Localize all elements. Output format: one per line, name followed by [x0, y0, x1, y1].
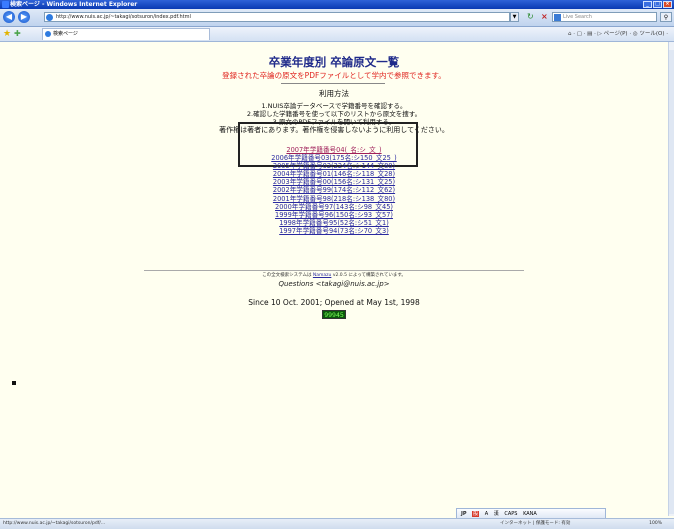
usage-step-1: 1.NUIS卒論データベースで学籍番号を確認する。 [261, 102, 407, 110]
tab-toolbar: ★ ✚ 検索ページ ⌂ · ▢ · ▤ · ▷ ページ(P) · ◎ ツール(O… [0, 27, 674, 42]
usage-step-2: 2.確認した学籍番号を使って以下のリストから原文を捜す。 [246, 110, 422, 118]
back-button[interactable]: ◀ [3, 11, 15, 23]
credits-suffix: v2.0.5 によって構築されています。 [332, 273, 406, 278]
window-titlebar: 検索ページ - Windows Internet Explorer _ □ × [0, 0, 674, 9]
year-link-2000[interactable]: 2000年学籍番号97(143名:シ98_文45) [244, 203, 424, 211]
year-link-1997[interactable]: 1997年学籍番号94(73名:シ70_文3) [244, 227, 424, 235]
search-button[interactable]: ⚲ [660, 12, 672, 22]
small-square-icon [12, 381, 16, 385]
ime-jp[interactable]: JP [461, 511, 467, 517]
divider [281, 83, 385, 84]
scrollbar-thumb[interactable] [669, 50, 674, 514]
ime-caps: CAPS [504, 511, 518, 517]
window-controls: _ □ × [643, 1, 672, 8]
namazu-link[interactable]: Namazu [313, 273, 331, 278]
year-link-2001[interactable]: 2001年学籍番号98(218名:シ138_文80) [244, 195, 424, 203]
ie-window-icon [2, 1, 9, 8]
search-placeholder: Live Search [563, 14, 592, 20]
year-link-list: 2007年学籍番号04(_名:シ_文_) 2006年学籍番号03(175名:シ1… [244, 146, 424, 235]
year-link-2006[interactable]: 2006年学籍番号03(175名:シ150_文25_) [244, 154, 424, 162]
questions-contact[interactable]: Questions <takagi@nuis.ac.jp> [144, 280, 524, 288]
address-toolbar: ◀ ▶ http://www.nuis.ac.jp/~takagi/sotsur… [0, 9, 674, 27]
page-title: 卒業年度別 卒論原文一覧 [268, 55, 400, 69]
address-field[interactable]: http://www.nuis.ac.jp/~takagi/sotsuron/i… [44, 12, 510, 22]
live-search-icon [554, 14, 561, 21]
forward-button[interactable]: ▶ [18, 11, 30, 23]
status-bar: http://www.nuis.ac.jp/~takagi/sotsuron/p… [0, 518, 674, 529]
access-counter: 99945 [322, 310, 346, 319]
usage-heading: 利用方法 [319, 89, 349, 98]
ime-mode-icon[interactable]: 般 [472, 511, 480, 517]
year-link-1998[interactable]: 1998年学籍番号95(52名:シ51_文1) [244, 219, 424, 227]
favorites-star-icon[interactable]: ★ [3, 29, 11, 39]
address-dropdown-button[interactable]: ▼ [510, 12, 519, 22]
year-link-2002[interactable]: 2002年学籍番号99(174名:シ112_文62) [244, 186, 424, 194]
close-window-button[interactable]: × [663, 1, 672, 8]
search-input[interactable]: Live Search [552, 12, 657, 22]
vertical-scrollbar[interactable] [668, 42, 674, 516]
maximize-button[interactable]: □ [653, 1, 662, 8]
since-text: Since 10 Oct. 2001; Opened at May 1st, 1… [248, 298, 420, 307]
page-subtitle: 登録された卒論の原文をPDFファイルとして学内で参照できます。 [222, 71, 446, 80]
ime-a[interactable]: A [485, 511, 488, 517]
add-favorites-icon[interactable]: ✚ [14, 29, 21, 39]
credits-line: この全文検索システムは Namazu v2.0.5 によって構築されています。 [144, 272, 524, 278]
window-title: 検索ページ - Windows Internet Explorer [10, 1, 138, 8]
tab-site-icon [45, 31, 51, 37]
address-text: http://www.nuis.ac.jp/~takagi/sotsuron/i… [56, 14, 191, 20]
stop-icon[interactable]: × [541, 12, 550, 21]
ime-kana: KANA [523, 511, 537, 517]
year-link-1999[interactable]: 1999年学籍番号96(150名:シ93_文57) [244, 211, 424, 219]
tab-current[interactable]: 検索ページ [42, 28, 210, 40]
page-content: 卒業年度別 卒論原文一覧 登録された卒論の原文をPDFファイルとして学内で参照で… [0, 42, 668, 516]
command-bar[interactable]: ⌂ · ▢ · ▤ · ▷ ページ(P) · ◎ ツール(O) · [568, 30, 668, 38]
minimize-button[interactable]: _ [643, 1, 652, 8]
credits-prefix: この全文検索システムは [262, 273, 312, 278]
ime-kanji[interactable]: 漢 [494, 511, 499, 517]
year-link-2007[interactable]: 2007年学籍番号04(_名:シ_文_) [244, 146, 424, 154]
tab-label: 検索ページ [53, 31, 78, 37]
divider [144, 270, 524, 271]
refresh-icon[interactable]: ↻ [527, 12, 536, 21]
site-icon [46, 14, 53, 21]
